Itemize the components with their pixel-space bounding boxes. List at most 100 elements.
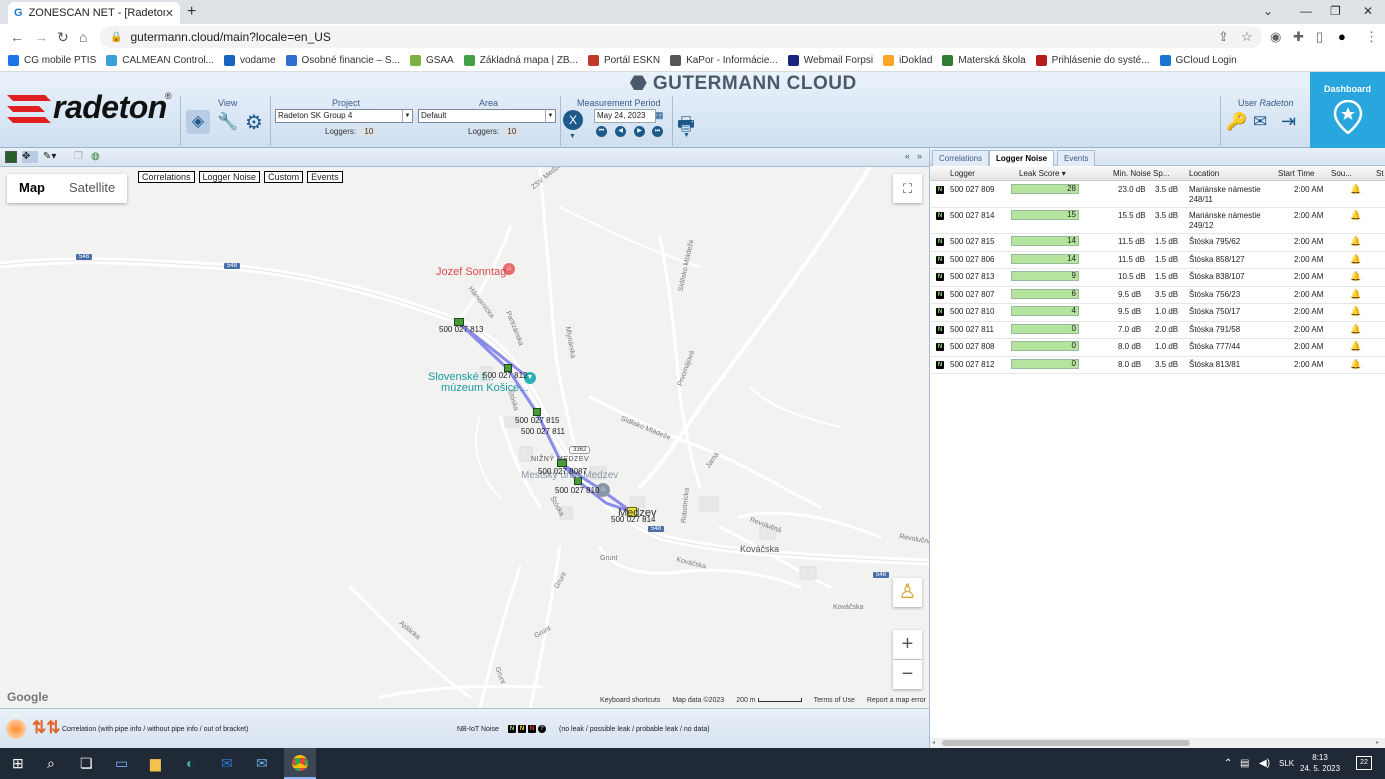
- zoom-in-button[interactable]: +: [893, 630, 922, 659]
- layers-icon[interactable]: ❐: [74, 151, 86, 163]
- pan-tool-icon[interactable]: ✥: [22, 151, 38, 163]
- microphone-icon[interactable]: 🔔: [1350, 359, 1361, 370]
- events-layer-button[interactable]: Events: [307, 171, 343, 183]
- terms-link[interactable]: Terms of Use: [814, 697, 855, 704]
- bookmark-item[interactable]: Osobné financie – S...: [285, 55, 400, 66]
- edge-icon[interactable]: ◐: [186, 755, 194, 771]
- windows-start-icon[interactable]: ⊞: [12, 755, 24, 772]
- column-header-status[interactable]: St: [1376, 169, 1384, 178]
- logger-noise-layer-button[interactable]: Logger Noise: [198, 171, 261, 183]
- print-dropdown-icon[interactable]: ▼: [683, 132, 690, 139]
- bookmark-star-icon[interactable]: ☆: [1241, 29, 1253, 45]
- home-icon[interactable]: ⌂: [79, 29, 87, 45]
- map-canvas[interactable]: ⌂ Jozef Sonntag ▼ Slovenské t... múzeum …: [0, 167, 929, 708]
- language-indicator[interactable]: SLK: [1279, 759, 1294, 768]
- map-layer-icon[interactable]: [5, 151, 17, 163]
- calendar-icon[interactable]: ▦: [655, 110, 664, 121]
- sidepanel-icon[interactable]: ▯: [1316, 29, 1323, 45]
- file-explorer-icon[interactable]: ▆: [150, 755, 161, 772]
- new-tab-button[interactable]: +: [187, 3, 196, 21]
- expand-right-icon[interactable]: »: [917, 151, 929, 163]
- table-row[interactable]: N 500 027 807 6 9.5 dB 3.5 dB Štóska 756/23 2:…: [930, 287, 1385, 304]
- custom-layer-button[interactable]: Custom: [264, 171, 304, 183]
- scrollbar-thumb[interactable]: [942, 740, 1190, 746]
- bookmark-item[interactable]: CALMEAN Control...: [106, 55, 214, 66]
- dashboard-button[interactable]: Dashboard: [1310, 72, 1385, 148]
- tab-logger-noise[interactable]: Logger Noise: [989, 150, 1055, 166]
- table-row[interactable]: N 500 027 815 14 11.5 dB 1.5 dB Štóska 795/62…: [930, 234, 1385, 252]
- window-close-button[interactable]: ✕: [1363, 4, 1373, 18]
- change-password-button[interactable]: 🔑: [1226, 112, 1247, 132]
- area-select[interactable]: Default ▼: [418, 109, 556, 123]
- minimize-button[interactable]: —: [1300, 4, 1312, 18]
- column-header-location[interactable]: Location: [1189, 169, 1219, 178]
- table-row[interactable]: N 500 027 814 15 15.5 dB 3.5 dB Mariánske nám…: [930, 208, 1385, 234]
- logger-marker[interactable]: [533, 408, 541, 416]
- last-period-button[interactable]: ⏭: [652, 126, 663, 137]
- bookmark-item[interactable]: GCloud Login: [1159, 55, 1237, 66]
- restore-button[interactable]: ❐: [1330, 4, 1341, 18]
- map-view-button[interactable]: ◈: [186, 110, 210, 134]
- bookmark-item[interactable]: Portál ESKN: [587, 55, 660, 66]
- logout-button[interactable]: ⇥: [1281, 111, 1296, 132]
- microphone-icon[interactable]: 🔔: [1350, 289, 1361, 300]
- next-period-button[interactable]: ▶: [634, 126, 645, 137]
- microphone-icon[interactable]: 🔔: [1350, 210, 1361, 221]
- bookmark-item[interactable]: Prihlásenie do systé...: [1035, 55, 1150, 66]
- microphone-icon[interactable]: 🔔: [1350, 271, 1361, 282]
- mail-app-icon[interactable]: ✉: [256, 755, 268, 772]
- bookmark-item[interactable]: Webmail Forpsi: [787, 55, 873, 66]
- bookmark-item[interactable]: Základná mapa | ZB...: [463, 55, 578, 66]
- reload-icon[interactable]: ↻: [57, 29, 69, 46]
- pen-app-icon[interactable]: ▭: [115, 755, 128, 772]
- table-row[interactable]: N 500 027 811 0 7.0 dB 2.0 dB Štóska 791/58 2:…: [930, 322, 1385, 339]
- microphone-icon[interactable]: 🔔: [1350, 184, 1361, 195]
- volume-icon[interactable]: ◀): [1259, 758, 1270, 769]
- horizontal-scrollbar[interactable]: ◂ ▸: [930, 738, 1385, 748]
- scroll-right-icon[interactable]: ▸: [1376, 739, 1379, 746]
- url-input[interactable]: 🔒 gutermann.cloud/main?locale=en_US: [100, 26, 1262, 48]
- column-header-min-noise[interactable]: Min. Noise: [1113, 169, 1151, 178]
- chrome-taskbar-button[interactable]: [284, 748, 316, 779]
- profile-avatar[interactable]: ●: [1338, 29, 1346, 44]
- clock[interactable]: 8:13 24. 5. 2023: [1300, 752, 1340, 774]
- close-icon[interactable]: ✕: [165, 7, 174, 20]
- date-input[interactable]: May 24, 2023: [594, 109, 656, 123]
- first-period-button[interactable]: ⏮: [596, 126, 607, 137]
- microphone-icon[interactable]: 🔔: [1350, 254, 1361, 265]
- bookmark-item[interactable]: Materská škola: [942, 55, 1026, 66]
- column-header-source[interactable]: Sou...: [1331, 169, 1352, 178]
- column-header-start-time[interactable]: Start Time: [1278, 169, 1314, 178]
- microphone-icon[interactable]: 🔔: [1350, 341, 1361, 352]
- keyboard-shortcuts-link[interactable]: Keyboard shortcuts: [600, 697, 660, 704]
- microphone-icon[interactable]: 🔔: [1350, 306, 1361, 317]
- globe-icon[interactable]: ◍: [91, 151, 103, 163]
- table-row[interactable]: N 500 027 812 0 8.0 dB 3.5 dB Štóska 813/81 2:…: [930, 357, 1385, 374]
- bookmark-item[interactable]: GSAA: [409, 55, 454, 66]
- forward-icon[interactable]: →: [34, 29, 48, 45]
- period-type-button[interactable]: X: [563, 110, 583, 130]
- microphone-icon[interactable]: 🔔: [1350, 236, 1361, 247]
- column-header-spread[interactable]: Sp...: [1153, 169, 1169, 178]
- tools-button[interactable]: 🔧: [217, 112, 238, 132]
- messages-button[interactable]: ✉: [1253, 112, 1267, 132]
- fullscreen-button[interactable]: ⛶: [893, 174, 922, 203]
- search-icon[interactable]: ⌕: [47, 755, 55, 772]
- map-type-map-button[interactable]: Map: [7, 174, 57, 203]
- back-icon[interactable]: ←: [10, 29, 24, 45]
- report-error-link[interactable]: Report a map error: [867, 697, 926, 704]
- column-header-leak-score[interactable]: Leak Score ▾: [1019, 169, 1066, 178]
- scale-bar[interactable]: 200 m: [736, 697, 802, 704]
- share-icon[interactable]: ⇪: [1218, 29, 1229, 45]
- bookmark-item[interactable]: iDoklad: [883, 55, 932, 66]
- extension-icon[interactable]: ◉: [1270, 29, 1281, 45]
- bookmark-item[interactable]: KaPor - Informácie...: [670, 55, 778, 66]
- map-type-satellite-button[interactable]: Satellite: [57, 174, 127, 203]
- period-dropdown-icon[interactable]: ▼: [569, 133, 576, 140]
- puzzle-icon[interactable]: ✚: [1293, 29, 1304, 45]
- zoom-out-button[interactable]: −: [893, 660, 922, 689]
- table-row[interactable]: N 500 027 810 4 9.5 dB 1.0 dB Štóska 750/17 2:…: [930, 304, 1385, 322]
- settings-button[interactable]: ⚙: [245, 110, 263, 135]
- notification-icon[interactable]: 22: [1356, 756, 1372, 770]
- tab-correlations[interactable]: Correlations: [932, 150, 990, 166]
